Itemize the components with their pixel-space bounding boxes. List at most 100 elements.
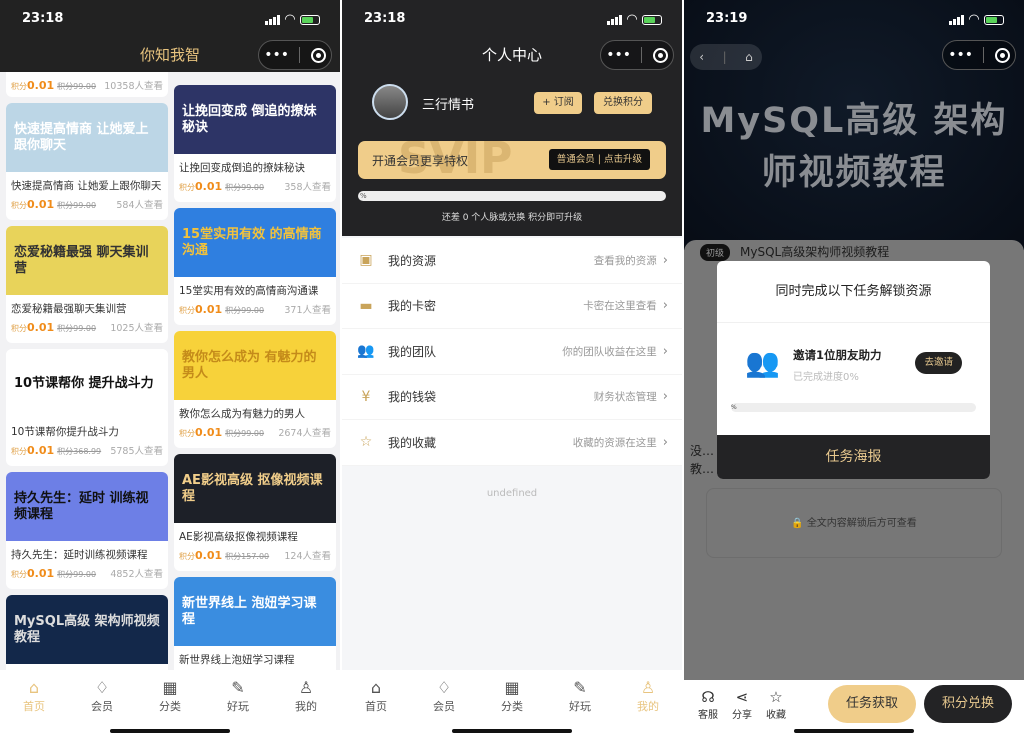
course-title: 10节课帮你提升战斗力 bbox=[11, 426, 119, 438]
tab-label: 我的 bbox=[637, 700, 659, 713]
more-icon[interactable]: ••• bbox=[948, 47, 973, 63]
course-card[interactable]: 恋爱秘籍最强 聊天集训营 恋爱秘籍最强聊天集训营 积分 0.01 积分99.00 1025… bbox=[6, 226, 168, 343]
course-title: 新世界线上泡妞学习课程 bbox=[179, 654, 295, 666]
tab-home[interactable]: ⌂ 首页 bbox=[351, 678, 401, 740]
course-card[interactable]: 积分 0.01 积分99.00 10358人查看 bbox=[6, 72, 168, 97]
task-progress-bar: % bbox=[731, 403, 976, 412]
price-label: 积分 bbox=[179, 552, 195, 561]
price-row: 积分 0.01 积分99.00 10358人查看 bbox=[6, 78, 168, 92]
back-icon[interactable]: ‹ bbox=[699, 50, 704, 64]
level-tag: 初级 bbox=[700, 244, 731, 261]
action-label: 收藏 bbox=[766, 710, 786, 721]
tab-label: 首页 bbox=[365, 700, 387, 713]
more-icon[interactable]: ••• bbox=[606, 47, 631, 63]
course-description: 没… 教… bbox=[690, 444, 715, 476]
course-title: 15堂实用有效的高情商沟通课 bbox=[179, 285, 319, 297]
avatar[interactable] bbox=[372, 84, 408, 120]
course-card[interactable]: AE影视高级 抠像视频课程 AE影视高级抠像视频课程 积分 0.01 积分157.00 1… bbox=[174, 454, 336, 571]
lock-icon: 🔒 bbox=[791, 518, 804, 529]
price: 0.01 bbox=[27, 198, 55, 211]
invite-button[interactable]: 去邀请 bbox=[915, 352, 962, 374]
course-card[interactable]: 15堂实用有效 的高情商沟通 15堂实用有效的高情商沟通课 积分 0.01 积分99.0… bbox=[174, 208, 336, 325]
customer-service-button[interactable]: ☊ 客服 bbox=[690, 688, 726, 721]
price-row: 积分 0.01 积分99.00 4852人查看 bbox=[6, 562, 168, 580]
money-bag-icon: ¥ bbox=[361, 388, 371, 405]
pin-icon: ✎ bbox=[573, 678, 587, 697]
thumbnail-text: AE影视高级 抠像视频课程 bbox=[182, 472, 323, 504]
mini-program-capsule[interactable]: ••• bbox=[600, 40, 674, 70]
course-thumbnail: MySQL高级 架构师视频教程 bbox=[6, 595, 168, 664]
locked-text: 全文内容解锁后方可查看 bbox=[806, 518, 917, 529]
tab-user[interactable]: ♙ 我的 bbox=[281, 678, 331, 740]
close-icon[interactable] bbox=[652, 47, 668, 63]
course-card[interactable]: 让挽回变成 倒追的撩妹秘诀 让挽回变成倒追的撩妹秘诀 积分 0.01 积分99.00 35… bbox=[174, 85, 336, 202]
menu-item[interactable]: ☆ 我的收藏 收藏的资源在这里 › bbox=[342, 420, 682, 466]
clock: 23:18 bbox=[22, 11, 64, 26]
course-banner: MySQL高级 架构师视频教程 bbox=[684, 0, 1024, 250]
team-icon: 👥 bbox=[357, 343, 375, 360]
course-card[interactable]: 10节课帮你 提升战斗力 10节课帮你提升战斗力 积分 0.01 积分368.99 578… bbox=[6, 349, 168, 466]
diamond-icon: ♢ bbox=[436, 678, 452, 697]
redeem-points-button[interactable]: 积分兑换 bbox=[924, 685, 1012, 723]
menu-item[interactable]: ¥ 我的钱袋 财务状态管理 › bbox=[342, 374, 682, 420]
close-icon[interactable] bbox=[310, 47, 326, 63]
grid-icon: ▦ bbox=[162, 678, 178, 697]
menu-item[interactable]: ▬ 我的卡密 卡密在这里查看 › bbox=[342, 283, 682, 329]
price-label: 积分 bbox=[179, 183, 195, 192]
menu-item[interactable]: ▣ 我的资源 查看我的资源 › bbox=[342, 238, 682, 284]
share-button[interactable]: ⋖ 分享 bbox=[724, 688, 760, 721]
star-button[interactable]: ☆ 收藏 bbox=[758, 688, 794, 721]
thumbnail-text: 10节课帮你 提升战斗力 bbox=[14, 375, 154, 391]
chevron-right-icon: › bbox=[662, 343, 668, 359]
view-count: 5785人查看 bbox=[110, 446, 163, 457]
star-icon: ☆ bbox=[359, 434, 373, 451]
price-row: 积分 0.01 积分157.00 124人查看 bbox=[174, 544, 336, 562]
action-label: 分享 bbox=[732, 710, 752, 721]
get-task-button[interactable]: 任务获取 bbox=[828, 685, 916, 723]
tab-user[interactable]: ♙ 我的 bbox=[623, 678, 673, 740]
signal-icon bbox=[607, 14, 622, 25]
mini-program-capsule[interactable]: ••• bbox=[942, 40, 1016, 70]
original-price: 积分368.99 bbox=[57, 447, 102, 456]
menu-item[interactable]: 👥 我的团队 你的团队收益在这里 › bbox=[342, 329, 682, 375]
course-thumbnail: 15堂实用有效 的高情商沟通 bbox=[174, 208, 336, 277]
view-count: 124人查看 bbox=[284, 551, 331, 562]
modal-title: 同时完成以下任务解锁资源 bbox=[717, 261, 990, 323]
task-progress-text: 已完成进度0% bbox=[793, 372, 859, 383]
price-row: 积分 0.01 积分368.99 5785人查看 bbox=[6, 439, 168, 457]
tab-home[interactable]: ⌂ 首页 bbox=[9, 678, 59, 740]
task-poster-button[interactable]: 任务海报 bbox=[717, 435, 990, 479]
price: 0.01 bbox=[195, 180, 223, 193]
menu-label: 我的团队 bbox=[388, 344, 437, 359]
upgrade-button[interactable]: 普通会员 | 点击升级 bbox=[548, 149, 650, 170]
course-thumbnail: 快速提高情商 让她爱上跟你聊天 bbox=[6, 103, 168, 172]
more-icon[interactable]: ••• bbox=[264, 47, 289, 63]
mini-program-capsule[interactable]: ••• bbox=[258, 40, 332, 70]
price-row: 积分 0.01 积分99.00 358人查看 bbox=[174, 175, 336, 193]
home-icon: ⌂ bbox=[370, 678, 382, 697]
course-title: 快速提高情商 让她爱上跟你聊天 bbox=[11, 180, 162, 192]
price: 0.01 bbox=[27, 444, 55, 457]
original-price: 积分99.00 bbox=[57, 570, 97, 579]
home-icon: ⌂ bbox=[28, 678, 40, 697]
course-thumbnail: 恋爱秘籍最强 聊天集训营 bbox=[6, 226, 168, 295]
course-thumbnail: 10节课帮你 提升战斗力 bbox=[6, 349, 168, 418]
subscribe-button[interactable]: + 订阅 bbox=[534, 92, 582, 114]
thumbnail-text: 恋爱秘籍最强 聊天集训营 bbox=[14, 244, 149, 276]
close-icon[interactable] bbox=[994, 47, 1010, 63]
view-count: 10358人查看 bbox=[104, 80, 163, 92]
pin-icon: ✎ bbox=[231, 678, 245, 697]
profile-menu: ▣ 我的资源 查看我的资源 › ▬ 我的卡密 卡密在这里查看 › 👥 我的团队 你的团队收益在这里 ›… bbox=[342, 238, 682, 466]
course-card[interactable]: 快速提高情商 让她爱上跟你聊天 快速提高情商 让她爱上跟你聊天 积分 0.01 积分99… bbox=[6, 103, 168, 220]
unlock-task-modal: 同时完成以下任务解锁资源 👥 邀请1位朋友助力 已完成进度0% 去邀请 % 任务… bbox=[717, 261, 990, 479]
card-key-icon: ▬ bbox=[359, 297, 373, 314]
course-card[interactable]: 持久先生：延时 训练视频课程 持久先生：延时训练视频课程 积分 0.01 积分99.00… bbox=[6, 472, 168, 589]
course-card[interactable]: 教你怎么成为 有魅力的男人 教你怎么成为有魅力的男人 积分 0.01 积分99.00 26… bbox=[174, 331, 336, 448]
home-screen: 23:18 ◠ 你知我智 ••• 积分 0.01 积分99.00 10358人查看 快速… bbox=[0, 0, 340, 740]
menu-hint: 收藏的资源在这里 bbox=[572, 436, 657, 449]
nav-capsule: ‹ | ⌂ bbox=[690, 44, 762, 70]
chevron-right-icon: › bbox=[662, 298, 668, 314]
course-thumbnail: 持久先生：延时 训练视频课程 bbox=[6, 472, 168, 541]
exchange-points-button[interactable]: 兑换积分 bbox=[594, 92, 652, 114]
home-icon[interactable]: ⌂ bbox=[745, 50, 753, 64]
